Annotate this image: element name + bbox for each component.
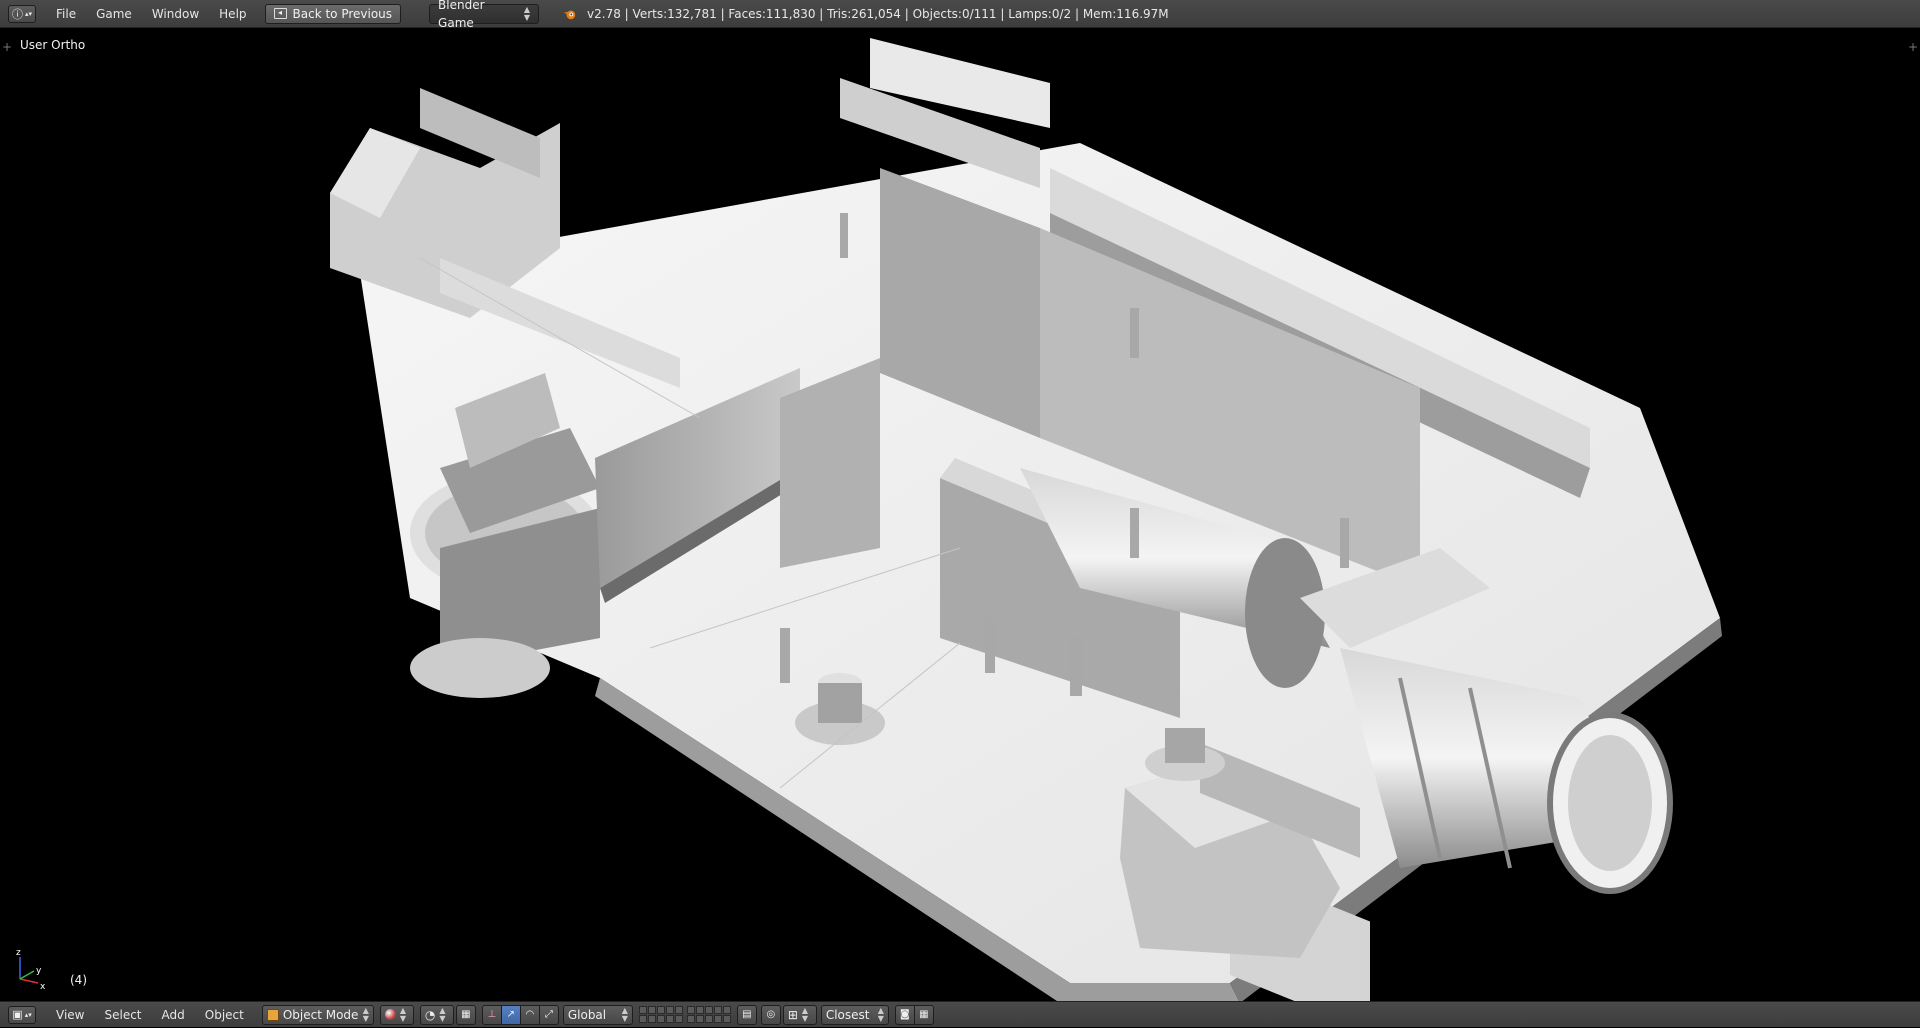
lock-camera-layers-button[interactable]: ▤ [736,1004,757,1025]
axis-gizmo: z x y [16,948,46,992]
menu-file[interactable]: File [46,0,86,28]
layer-button[interactable] [704,1015,713,1023]
back-to-previous-button[interactable]: ◂ Back to Previous [264,3,402,24]
scale-manipulator[interactable]: ⤢ [538,1004,559,1025]
pivot-icon: ◔ [424,1007,436,1022]
layer-button[interactable] [647,1006,656,1014]
lock-icon: ▤ [742,1009,752,1020]
dropdown-arrows-icon: ▲ ▼ [439,1005,446,1023]
view3d-menu: View Select Add Object [46,1002,254,1028]
layer-button[interactable] [695,1006,704,1014]
opengl-render-image-button[interactable]: ◙ [894,1004,915,1025]
limit-selection-button[interactable]: ▦ [455,1004,476,1025]
proportional-edit-button[interactable]: ◎ [760,1004,781,1025]
back-icon: ◂ [273,8,287,19]
menu-object[interactable]: Object [195,1002,254,1028]
layer-button[interactable] [656,1006,665,1014]
layer-buttons-2[interactable] [686,1006,731,1023]
menu-game[interactable]: Game [86,0,142,28]
snap-element-select[interactable]: ⊞ ▲ ▼ [782,1004,817,1025]
info-icon: ⓘ [11,7,23,21]
3d-view-icon: ▣ [12,1008,23,1021]
updown-icon: ▴▾ [24,1010,32,1019]
snap-target-value: Closest [825,1007,870,1022]
menu-help[interactable]: Help [209,0,256,28]
area-split-corner-icon[interactable]: + [1908,40,1918,54]
layer-button[interactable] [704,1006,713,1014]
layer-button[interactable] [665,1006,674,1014]
layer-button[interactable] [713,1006,722,1014]
pivot-point-select[interactable]: ◔ ▲ ▼ [419,1004,454,1025]
frame-number: (4) [70,973,87,987]
manipulator-icon: ⊥ [487,1009,497,1020]
layer-button[interactable] [686,1006,695,1014]
dropdown-arrows-icon: ▲ ▼ [621,1005,628,1023]
menu-add[interactable]: Add [152,1002,195,1028]
scene-stats: v2.78 | Verts:132,781 | Faces:111,830 | … [563,7,1169,21]
render-engine-value: Blender Game [438,0,485,30]
view-label: User Ortho [20,38,86,52]
layer-button[interactable] [686,1015,695,1023]
view3d-header: ▣ ▴▾ View Select Add Object Object Mode ▲… [0,1001,1920,1027]
editor-type-selector-3d[interactable]: ▣ ▴▾ [8,1005,36,1024]
layer-buttons-1[interactable] [638,1006,683,1023]
info-menu: File Game Window Help [46,0,257,28]
object-mode-icon [266,1008,279,1021]
dropdown-arrows-icon: ▲ ▼ [362,1005,369,1023]
layer-button[interactable] [638,1015,647,1023]
layer-button[interactable] [674,1006,683,1014]
mode-select[interactable]: Object Mode ▲ ▼ [261,1004,374,1025]
layer-button[interactable] [665,1015,674,1023]
snap-target-select[interactable]: Closest ▲ ▼ [820,1004,889,1025]
arrow-icon: ↗ [506,1009,516,1020]
manipulator-toggle[interactable]: ⊥ [481,1004,502,1025]
render-engine-select[interactable]: Blender Game ▲ ▼ [429,0,540,30]
dropdown-arrows-icon: ▲ ▼ [801,1005,809,1023]
3d-scene-render [330,38,1722,1001]
grid-icon: ▦ [461,1009,471,1020]
scale-icon: ⤢ [544,1009,553,1020]
layer-button[interactable] [722,1006,731,1014]
clapper-icon: ▦ [919,1009,929,1020]
blender-logo-icon [563,10,576,19]
layer-button[interactable] [647,1015,656,1023]
menu-window[interactable]: Window [142,0,209,28]
layer-button[interactable] [638,1006,647,1014]
info-header: ⓘ ▴▾ File Game Window Help ◂ Back to Prev… [0,0,1920,30]
updown-icon: ▴▾ [24,9,33,18]
rotate-manipulator[interactable]: ◠ [519,1004,540,1025]
layer-button[interactable] [722,1015,731,1023]
stats-text: v2.78 | Verts:132,781 | Faces:111,830 | … [587,6,1169,21]
transform-orientation-select[interactable]: Global ▲ ▼ [562,1004,633,1025]
dropdown-arrows-icon: ▲ ▼ [523,4,531,22]
editor-type-selector[interactable]: ⓘ ▴▾ [8,4,36,23]
layer-button[interactable] [695,1015,704,1023]
render-buttons: ◙ ▦ [894,1004,934,1025]
area-split-corner-icon[interactable]: + [2,40,12,54]
axis-y-label: y [36,966,42,976]
orientation-value: Global [567,1007,607,1022]
snap-icon: ⊞ [787,1007,798,1022]
proportional-edit-icon: ◎ [766,1009,776,1020]
menu-view[interactable]: View [46,1002,94,1028]
axis-z-label: z [16,948,21,958]
manipulator-group: ⊥ ↗ ◠ ⤢ [481,1004,559,1025]
mode-value: Object Mode [282,1007,359,1022]
dropdown-arrows-icon: ▲ ▼ [877,1005,884,1023]
layer-button[interactable] [713,1015,722,1023]
layer-button[interactable] [656,1015,665,1023]
shading-sphere-icon [384,1009,396,1020]
axis-x-label: x [40,982,46,992]
3d-viewport[interactable]: User Ortho + + z x y (4) [0,28,1920,1001]
dropdown-arrows-icon: ▲ ▼ [399,1005,406,1023]
rotate-icon: ◠ [525,1009,535,1020]
menu-select[interactable]: Select [94,1002,151,1028]
viewport-shading-select[interactable]: ▲ ▼ [379,1004,414,1025]
back-to-previous-label: Back to Previous [292,6,393,21]
translate-manipulator[interactable]: ↗ [500,1004,521,1025]
camera-icon: ◙ [899,1009,910,1020]
layer-button[interactable] [674,1015,683,1023]
opengl-render-animation-button[interactable]: ▦ [913,1004,934,1025]
